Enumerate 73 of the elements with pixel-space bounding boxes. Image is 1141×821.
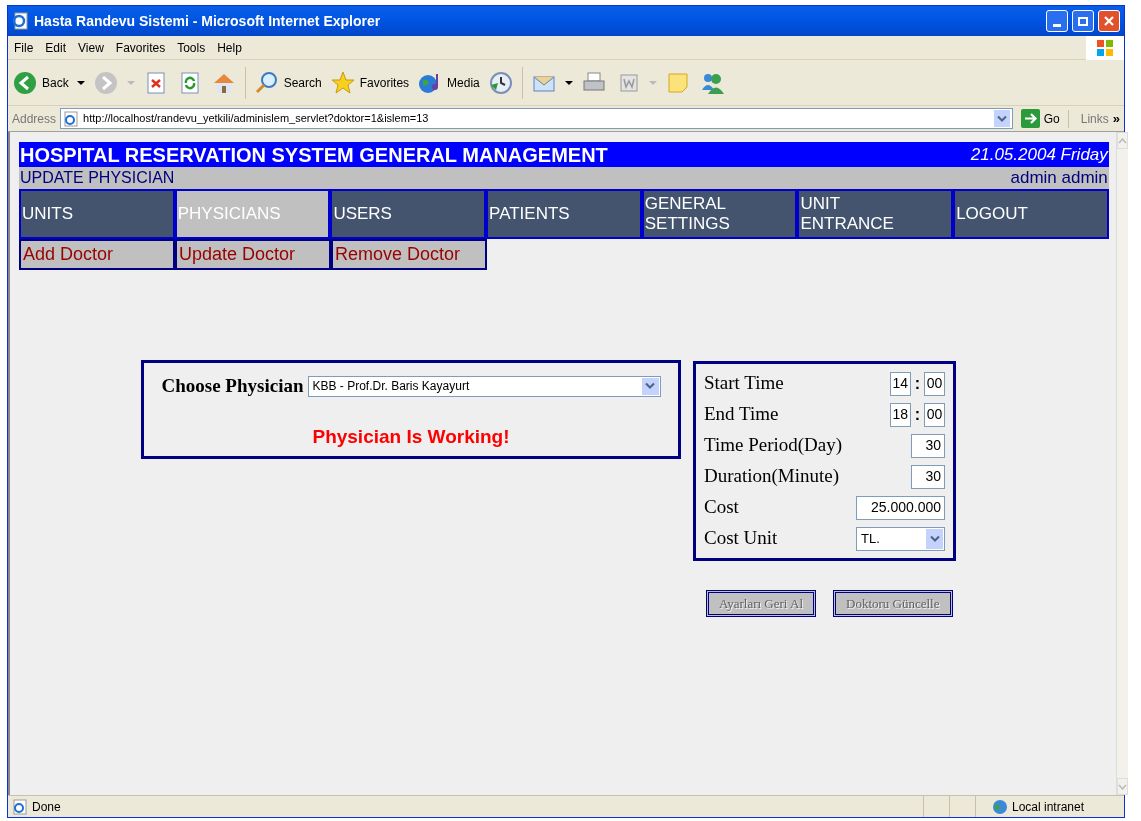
page-icon — [63, 110, 80, 127]
submenu-link[interactable]: Add Doctor — [19, 239, 175, 270]
time-separator: : — [914, 404, 920, 425]
more-button[interactable]: » — [1112, 108, 1120, 129]
page-icon — [12, 798, 28, 815]
hour-field[interactable]: 18 — [889, 402, 911, 427]
dropdown-arrow-icon — [126, 80, 135, 85]
field-label: Cost Unit — [704, 526, 778, 551]
field-label: Cost — [704, 495, 739, 520]
links-button[interactable]: Links — [1067, 109, 1109, 128]
menu-item[interactable]: Favorites — [109, 38, 172, 57]
page-subtitle: UPDATE PHYSICIAN — [20, 168, 175, 188]
chevron-down-icon — [645, 382, 655, 391]
menu-item[interactable]: Help — [211, 38, 248, 57]
star-icon[interactable] — [329, 69, 356, 96]
field-label: Duration(Minute) — [704, 464, 840, 489]
window-title: Hasta Randevu Sistemi - Microsoft Internet Explorer — [34, 11, 382, 31]
search-button[interactable]: Search — [253, 69, 322, 96]
minute-field[interactable]: 00 — [924, 402, 945, 427]
submenu-link[interactable]: Update Doctor — [175, 239, 331, 270]
dropdown-arrow-icon — [564, 80, 573, 85]
physician-select[interactable]: KBB - Prof.Dr. Baris Kayayurt — [307, 375, 661, 397]
windows-logo-icon — [1086, 35, 1124, 60]
nav-tab[interactable]: UNITS — [19, 189, 175, 239]
close-button[interactable] — [1098, 10, 1120, 32]
favorites-button[interactable]: Favorites — [329, 69, 410, 96]
restore-button[interactable] — [1072, 10, 1094, 32]
menu-item[interactable]: Tools — [171, 38, 212, 57]
status-text: Done — [32, 798, 62, 816]
close-icon — [1103, 15, 1115, 27]
chevron-down-icon — [929, 534, 940, 543]
go-button[interactable]: Go — [1016, 109, 1064, 128]
field-label: End Time — [704, 402, 779, 427]
status-message: Physician Is Working! — [312, 424, 510, 449]
number-field[interactable]: 30 — [911, 464, 945, 489]
browser-icon — [12, 12, 30, 30]
page-heading: HOSPITAL RESERVATION SYSTEM GENERAL MANAGEMENT — [20, 144, 608, 165]
cost-field[interactable]: 25.000.000 — [856, 495, 945, 520]
nav-tab[interactable]: GENERAL SETTINGS — [641, 189, 798, 239]
nav-tab[interactable]: UNIT ENTRANCE — [797, 189, 954, 239]
unit-select[interactable]: TL. — [856, 526, 945, 551]
nav-tab[interactable]: USERS — [330, 189, 487, 239]
scrollbar[interactable] — [1115, 132, 1128, 795]
address-label: Address — [12, 110, 57, 128]
dropdown-arrow-icon — [76, 80, 85, 85]
time-separator: : — [914, 373, 920, 394]
arrow-right-icon — [1020, 109, 1040, 128]
back-button[interactable]: Back — [12, 69, 69, 96]
menu-item[interactable]: View — [72, 38, 110, 57]
scroll-down-icon[interactable] — [1117, 783, 1127, 790]
search-icon[interactable] — [253, 69, 280, 96]
user-name: admin admin — [1010, 167, 1108, 190]
field-label: Start Time — [704, 371, 784, 396]
date-text: 21.05.2004 Friday — [970, 143, 1108, 166]
globe-icon — [992, 798, 1008, 815]
hour-field[interactable]: 14 — [889, 371, 911, 396]
minute-field[interactable]: 00 — [924, 371, 945, 396]
nav-tab[interactable]: LOGOUT — [953, 189, 1109, 239]
field-label: Time Period(Day) — [704, 433, 843, 458]
field-label: Choose Physician — [161, 374, 304, 398]
address-field[interactable]: http://localhost/randevu_yetkili/adminislem_servlet?doktor=1&islem=13 — [60, 108, 1013, 129]
submenu-link[interactable]: Remove Doctor — [331, 239, 487, 270]
number-field[interactable]: 30 — [911, 433, 945, 458]
scroll-up-icon[interactable] — [1117, 137, 1127, 144]
dropdown-arrow-icon — [648, 80, 657, 85]
history-icon[interactable] — [487, 69, 514, 96]
menu-item[interactable]: File — [8, 38, 40, 57]
chevron-down-icon — [996, 114, 1007, 123]
nav-tab[interactable]: PATIENTS — [486, 189, 642, 239]
media-button[interactable]: Media — [417, 69, 480, 96]
minimize-button[interactable] — [1046, 10, 1068, 32]
zone-text: Local intranet — [1012, 798, 1085, 816]
menu-item[interactable]: Edit — [39, 38, 73, 57]
